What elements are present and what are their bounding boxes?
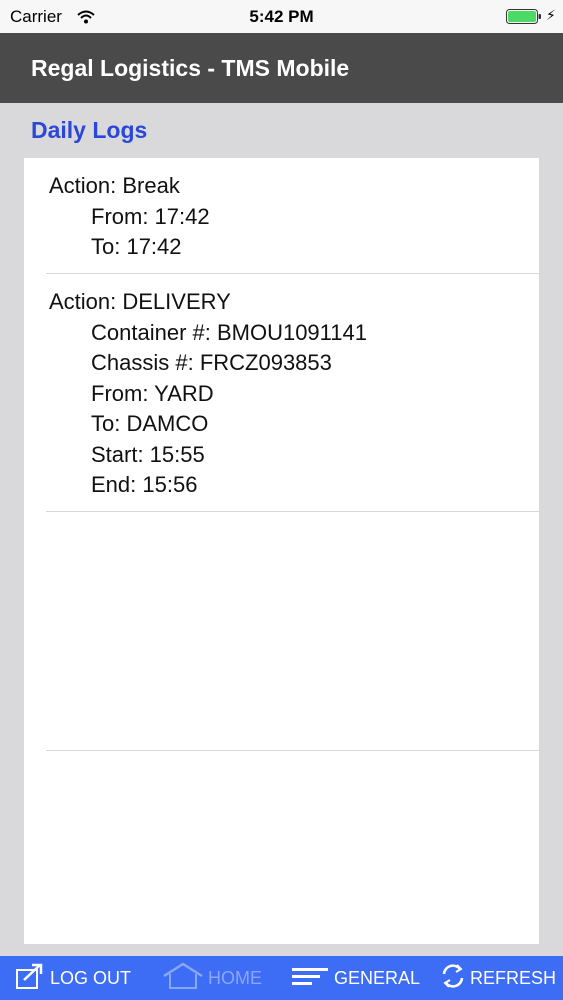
charging-bolt-icon: ⚡ [546,7,556,23]
general-button[interactable]: GENERAL [290,956,420,1000]
general-label: GENERAL [334,967,421,988]
bottom-toolbar: LOG OUT HOME GENERAL REFRESH [0,956,563,1000]
home-button[interactable]: HOME [162,956,262,1000]
empty-list-row [24,512,539,750]
refresh-button[interactable]: REFRESH [440,956,556,1000]
log-detail-to: To: DAMCO [91,411,209,436]
log-action: Action: DELIVERY [49,289,231,314]
app-screen: Carrier 5:42 PM ⚡ Regal Logistics - TMS … [0,0,563,1000]
logout-icon [14,962,50,995]
log-entry-break[interactable]: Action: Break From: 17:42 To: 17:42 [24,171,539,263]
logout-button[interactable]: LOG OUT [14,956,131,1000]
log-detail-from: From: YARD [91,380,214,406]
home-icon [162,962,208,995]
log-detail-container: Container #: BMOU1091141 [91,319,367,345]
page-title: Daily Logs [31,117,148,143]
menu-lines-icon [290,962,334,995]
log-detail-chassis: Chassis #: FRCZ093853 [91,350,332,375]
row-divider [46,273,539,274]
log-detail-end: End: 15:56 [91,472,198,497]
status-time: 5:42 PM [249,7,314,26]
log-detail-to: To: 17:42 [91,234,182,259]
row-divider [46,750,539,751]
battery-icon [506,9,542,24]
log-action: Action: Break [49,173,180,198]
refresh-icon [440,962,470,995]
app-title: Regal Logistics - TMS Mobile [31,55,350,81]
home-label: HOME [208,967,262,988]
log-detail-from: From: 17:42 [91,203,210,229]
daily-logs-list[interactable]: Action: Break From: 17:42 To: 17:42 Acti… [24,158,539,944]
log-entry-delivery[interactable]: Action: DELIVERY Container #: BMOU109114… [24,287,539,501]
app-header: Regal Logistics - TMS Mobile [0,33,563,103]
logout-label: LOG OUT [50,967,132,988]
log-detail-start: Start: 15:55 [91,441,205,467]
status-bar: Carrier 5:42 PM ⚡ [0,0,563,33]
refresh-label: REFRESH [470,967,557,988]
